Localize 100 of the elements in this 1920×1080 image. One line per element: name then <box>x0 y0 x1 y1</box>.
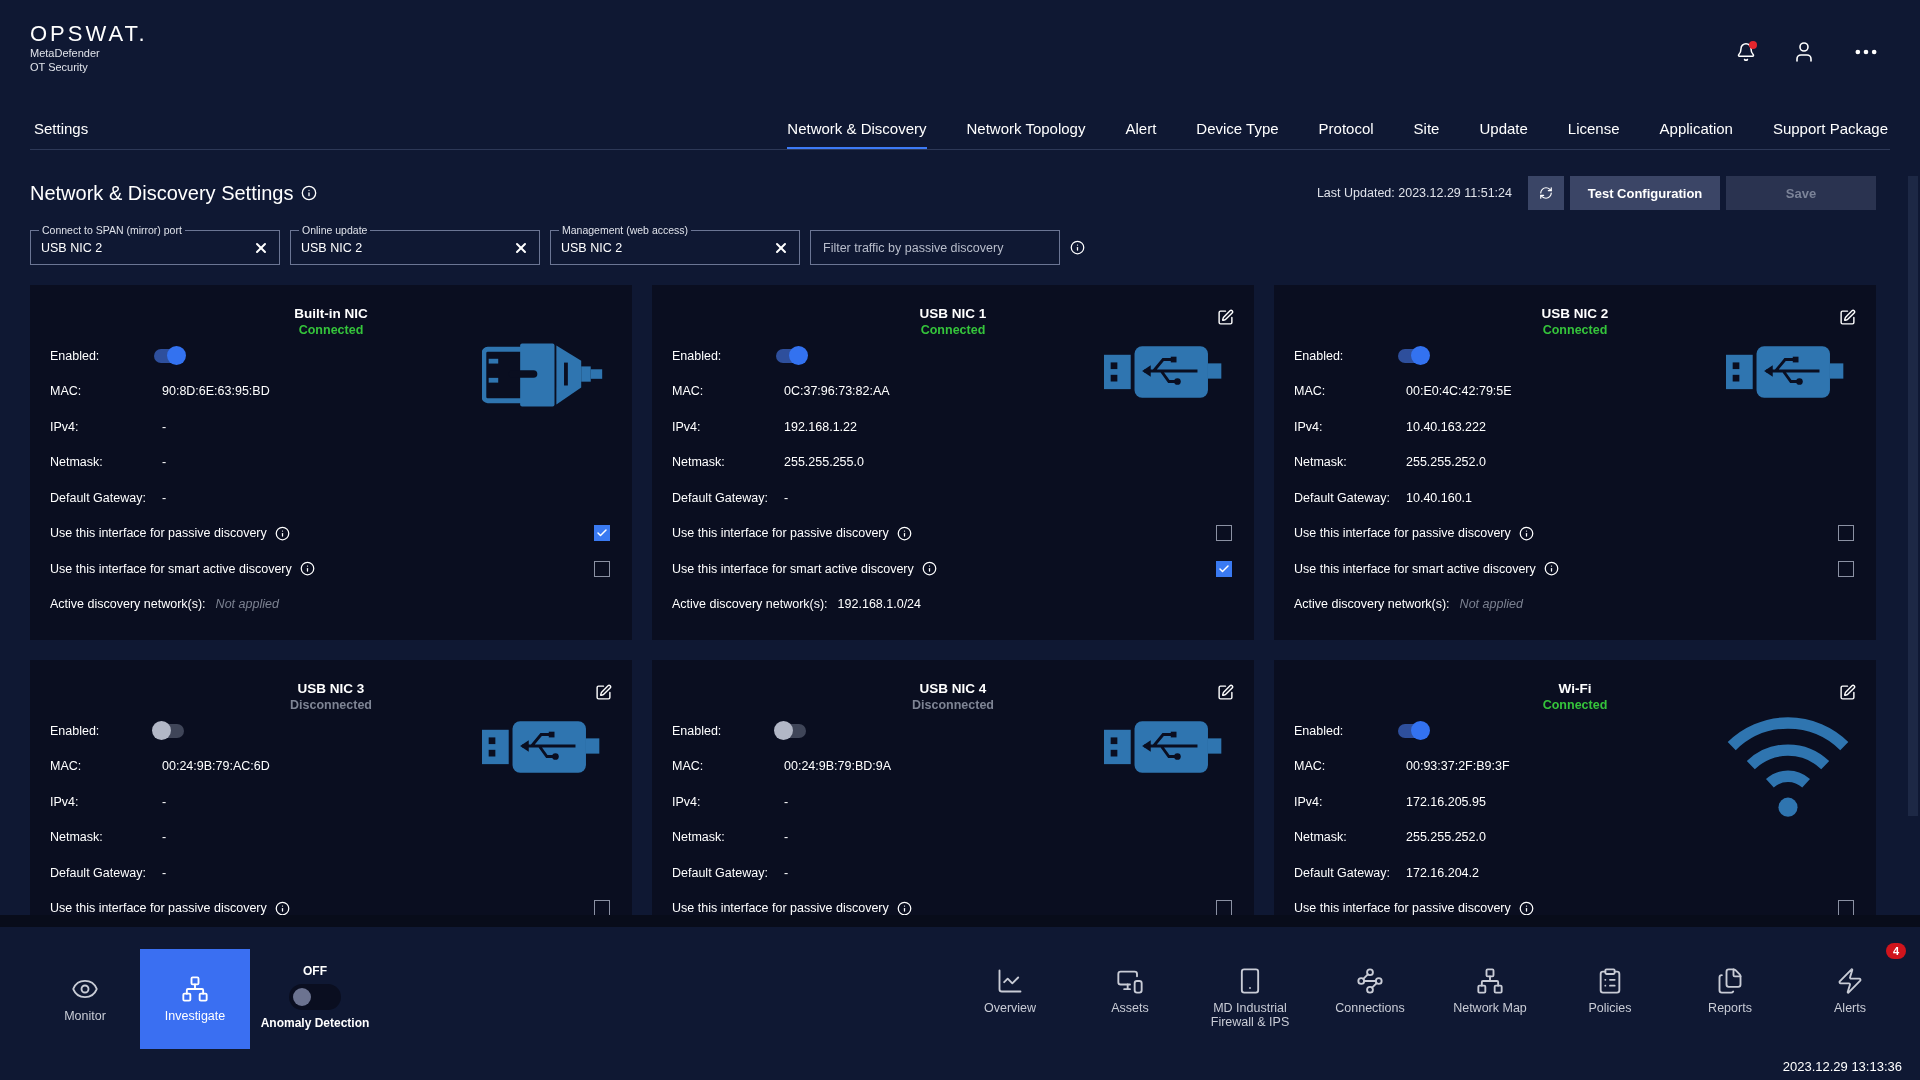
edit-icon[interactable] <box>1217 684 1234 701</box>
field-label: MAC: <box>672 384 705 399</box>
field-label: Netmask: <box>672 455 726 470</box>
action-button[interactable]: Test Configuration <box>1570 176 1720 210</box>
check-icon <box>1218 562 1230 575</box>
settings-tab[interactable]: Support Package <box>1772 110 1888 149</box>
count-badge: 4 <box>1885 943 1906 959</box>
field-value: Not applied <box>215 597 279 612</box>
bell-icon[interactable] <box>1736 42 1756 62</box>
settings-tab[interactable]: Alert <box>1125 110 1157 149</box>
field-label: IPv4: <box>50 794 80 809</box>
field-value: 00:93:37:2F:B9:3F <box>1406 759 1510 774</box>
connection-status: Connected <box>1542 697 1608 713</box>
info-icon[interactable] <box>921 561 937 577</box>
nav-item[interactable]: MD Industrial Firewall & IPS <box>1190 939 1310 1049</box>
info-icon[interactable] <box>299 561 315 577</box>
edit-icon[interactable] <box>1839 684 1856 701</box>
settings-tab[interactable]: Application <box>1659 110 1733 149</box>
option-checkbox[interactable] <box>594 560 610 577</box>
nav-item[interactable]: Alerts 4 <box>1790 939 1910 1049</box>
filter-input[interactable]: Filter traffic by passive discovery <box>810 230 1060 265</box>
settings-tab[interactable]: Protocol <box>1318 110 1374 149</box>
field-value: - <box>162 455 167 470</box>
option-checkbox[interactable] <box>1838 525 1854 542</box>
edit-icon[interactable] <box>1217 309 1234 326</box>
field-value: - <box>162 490 167 505</box>
enabled-toggle[interactable] <box>154 348 184 363</box>
field-label: IPv4: <box>1294 419 1324 434</box>
nav-item[interactable]: Overview <box>950 939 1070 1049</box>
settings-tab[interactable]: Network Topology <box>966 110 1086 149</box>
field-label: IPv4: <box>672 794 702 809</box>
option-label: Use this interface for smart active discovery <box>50 561 292 576</box>
enabled-toggle[interactable] <box>776 348 806 363</box>
nav-item[interactable]: Investigate <box>140 949 250 1049</box>
info-icon[interactable] <box>896 900 912 915</box>
option-checkbox[interactable] <box>594 525 610 542</box>
field-value: 00:24:9B:79:AC:6D <box>162 759 270 774</box>
info-icon[interactable] <box>301 185 318 201</box>
enabled-toggle[interactable] <box>1398 348 1428 363</box>
field-value: 10.40.163.222 <box>1406 419 1486 434</box>
option-label: Use this interface for smart active discovery <box>672 561 914 576</box>
edit-icon[interactable] <box>1839 309 1856 326</box>
field-value: 0C:37:96:73:82:AA <box>784 384 890 399</box>
field-label: Netmask: <box>1294 455 1348 470</box>
field-value: 172.16.205.95 <box>1406 794 1486 809</box>
nav-item[interactable]: Reports <box>1670 939 1790 1049</box>
info-icon[interactable] <box>1518 525 1534 541</box>
field-label: Default Gateway: <box>672 490 769 505</box>
settings-tab[interactable]: Update <box>1479 110 1528 149</box>
page-title: Network & Discovery Settings <box>30 181 294 205</box>
field-value: 00:E0:4C:42:79:5E <box>1406 384 1512 399</box>
select-value: USB NIC 2 <box>41 240 103 255</box>
anomaly-toggle[interactable] <box>289 984 341 1010</box>
field-label: Active discovery network(s): <box>672 597 828 612</box>
last-updated-text: Last Updated: 2023.12.29 11:51:24 <box>1316 186 1512 200</box>
field-value: Not applied <box>1459 597 1523 612</box>
enabled-toggle[interactable] <box>154 723 184 738</box>
option-checkbox[interactable] <box>1216 525 1232 542</box>
field-label: Enabled: <box>50 348 101 363</box>
interface-name: USB NIC 1 <box>919 305 987 322</box>
settings-tab[interactable]: License <box>1567 110 1620 149</box>
settings-tab[interactable]: Device Type <box>1196 110 1279 149</box>
option-label: Use this interface for passive discovery <box>1294 526 1511 541</box>
nav-item[interactable]: Connections <box>1310 939 1430 1049</box>
toggle-label: Anomaly Detection <box>260 1016 370 1030</box>
field-value: - <box>162 794 167 809</box>
product-name: MetaDefender <box>30 46 101 60</box>
field-value: 172.16.204.2 <box>1406 865 1479 880</box>
enabled-toggle[interactable] <box>776 723 806 738</box>
info-icon[interactable] <box>1543 561 1559 577</box>
settings-tab[interactable]: Site <box>1413 110 1440 149</box>
documents-icon <box>1716 967 1744 995</box>
refresh-button[interactable] <box>1528 176 1564 210</box>
field-label: Netmask: <box>50 830 104 845</box>
info-icon[interactable] <box>1070 240 1085 255</box>
option-checkbox[interactable] <box>1216 560 1232 577</box>
info-icon[interactable] <box>274 900 290 915</box>
field-label: Default Gateway: <box>1294 865 1391 880</box>
field-legend: Management (web access) <box>559 223 692 237</box>
edit-icon[interactable] <box>595 684 612 701</box>
lightning-icon <box>1836 967 1864 995</box>
info-icon[interactable] <box>1518 900 1534 915</box>
nav-item[interactable]: Policies <box>1550 939 1670 1049</box>
field-value: - <box>162 865 167 880</box>
nav-item[interactable]: Network Map <box>1430 939 1550 1049</box>
option-checkbox[interactable] <box>1838 560 1854 577</box>
select-value: USB NIC 2 <box>301 240 363 255</box>
field-label: MAC: <box>1294 384 1327 399</box>
enabled-toggle[interactable] <box>1398 723 1428 738</box>
info-icon[interactable] <box>274 525 290 541</box>
nav-item[interactable]: Assets <box>1070 939 1190 1049</box>
nav-item[interactable]: Monitor <box>30 949 140 1049</box>
settings-tab[interactable]: Network & Discovery <box>787 110 927 149</box>
line-chart-icon <box>996 967 1024 995</box>
field-value: - <box>784 865 789 880</box>
option-label: Use this interface for passive discovery <box>672 526 889 541</box>
field-label: Default Gateway: <box>672 865 769 880</box>
field-label: Default Gateway: <box>1294 490 1391 505</box>
info-icon[interactable] <box>896 525 912 541</box>
network-tree-icon <box>181 975 209 1003</box>
